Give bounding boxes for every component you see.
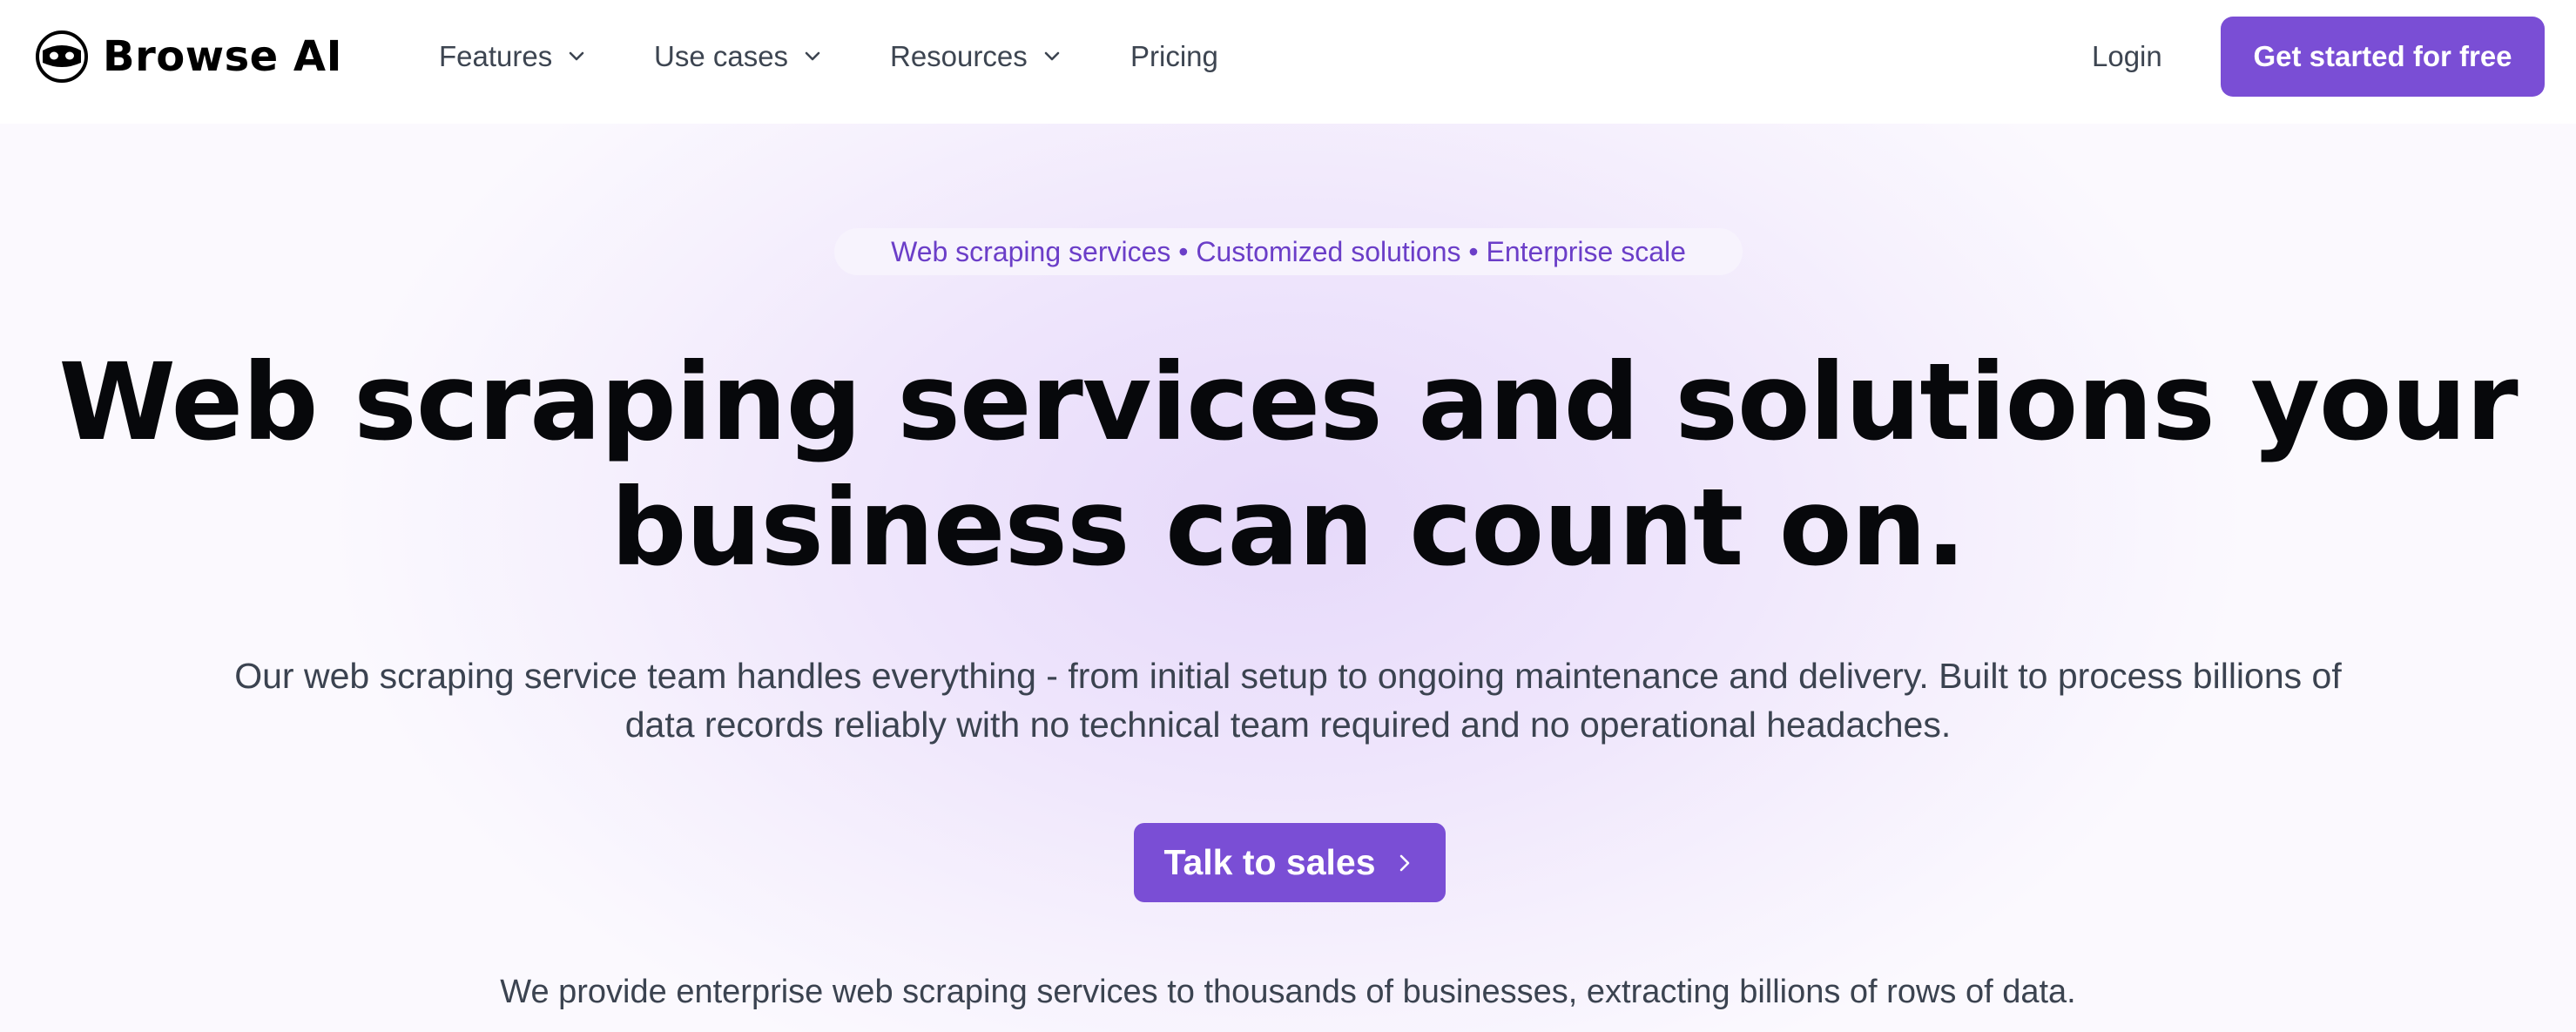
nav-item-label: Pricing: [1130, 40, 1218, 72]
hero-headline-line: Web scraping services and solutions your: [58, 341, 2518, 464]
hero-description-line: data records reliably with no technical …: [624, 705, 1952, 745]
nav-item-resources[interactable]: Resources: [890, 35, 1064, 78]
chevron-down-icon: [1044, 51, 1060, 61]
robot-face-icon: [36, 30, 88, 83]
nav-item-pricing[interactable]: Pricing: [1130, 35, 1218, 78]
top-navigation: Browse AI Features Use cases Resources P…: [0, 0, 2576, 124]
hero-tagline-pill: Web scraping services • Customized solut…: [834, 228, 1743, 275]
nav-item-features[interactable]: Features: [439, 35, 589, 78]
brand-name: Browse AI: [103, 32, 342, 81]
hero-headline-line: business can count on.: [610, 466, 1966, 590]
nav-item-label: Features: [439, 40, 553, 72]
login-link[interactable]: Login: [2092, 35, 2162, 78]
chevron-down-icon: [805, 51, 820, 61]
nav-item-label: Resources: [890, 40, 1028, 72]
hero-headline: Web scraping services and solutions your…: [0, 340, 2576, 590]
nav-item-label: Use cases: [654, 40, 789, 72]
get-started-button[interactable]: Get started for free: [2221, 17, 2545, 97]
chevron-down-icon: [569, 51, 584, 61]
chevron-right-icon: [1399, 854, 1409, 871]
talk-to-sales-button[interactable]: Talk to sales: [1134, 823, 1446, 902]
talk-to-sales-label: Talk to sales: [1163, 842, 1376, 882]
hero-description-line: Our web scraping service team handles ev…: [234, 656, 2342, 696]
hero-footnote: We provide enterprise web scraping servi…: [500, 974, 2076, 1010]
nav-item-use-cases[interactable]: Use cases: [654, 35, 825, 78]
hero-description: Our web scraping service team handles ev…: [157, 651, 2419, 749]
brand-logo[interactable]: Browse AI: [35, 28, 342, 85]
